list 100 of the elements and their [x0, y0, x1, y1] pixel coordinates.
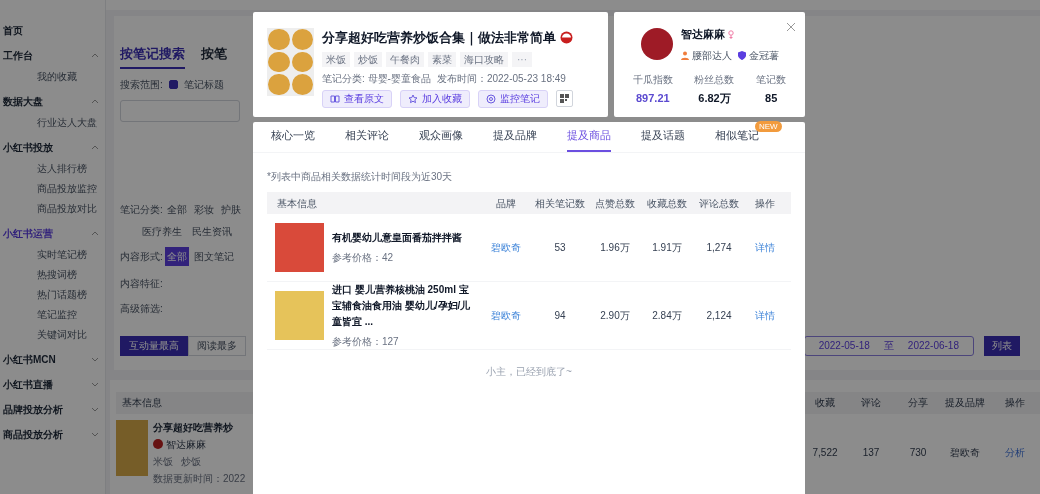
brand-link[interactable]: 碧欧奇 [481, 308, 531, 323]
stat-value: 6.82万 [698, 90, 731, 106]
detail-tab[interactable]: 提及商品 [567, 126, 611, 152]
product-name: 进口 婴儿营养核桃油 250ml 宝宝辅食油食用油 婴幼儿/孕妇/儿童皆宜 ... [332, 283, 472, 329]
sidebar-item[interactable]: 行业达人大盘 [37, 115, 99, 130]
search-mode-tab[interactable]: 按笔 [201, 44, 227, 69]
sidebar-item[interactable]: 达人排行榜 [37, 161, 99, 176]
filter-option[interactable]: 护肤 [218, 199, 243, 219]
list-view-button[interactable]: 列表 [984, 335, 1020, 356]
search-field[interactable] [120, 99, 240, 122]
note-action-button[interactable]: 加入收藏 [400, 89, 470, 108]
stat-label: 千瓜指数 [632, 72, 673, 87]
close-button[interactable] [786, 22, 796, 32]
publish-time: 发布时间：2022-05-23 18:49 [436, 71, 566, 86]
sidebar-item[interactable]: 商品投放对比 [37, 201, 99, 216]
section-label: 小红书运营 [3, 226, 53, 241]
filter-label: 内容形式: [120, 249, 163, 264]
chevron-icon [91, 230, 99, 236]
column-header: 操作 [754, 196, 776, 211]
column-header: 分享 [907, 396, 929, 410]
sidebar-item[interactable]: 热搜词榜 [37, 267, 99, 282]
shield-icon [737, 50, 746, 60]
sidebar-section[interactable]: 小红书MCN [3, 351, 99, 367]
sort-button[interactable]: 阅读最多 [188, 335, 246, 356]
section-label: 首页 [3, 23, 23, 38]
table-cell-text: 7,522 [811, 446, 839, 460]
note-title: 分享超好吃营养炒饭合集｜做法非常简单 [322, 29, 556, 48]
details-link[interactable]: 详情 [745, 240, 785, 255]
sidebar-section[interactable]: 品牌投放分析 [3, 401, 99, 417]
sidebar-section[interactable]: 商品投放分析 [3, 426, 99, 442]
analyze-link[interactable]: 分析 [989, 445, 1040, 460]
brand-link[interactable]: 碧欧奇 [481, 240, 531, 255]
sidebar-section[interactable]: 数据大盘 [3, 93, 99, 109]
sidebar-item[interactable]: 笔记监控 [37, 307, 99, 322]
note-tag: 炒饭 [354, 51, 382, 67]
qr-code-button[interactable] [556, 90, 573, 107]
filter-label: 内容特征: [120, 276, 163, 291]
filter-option[interactable]: 全部 [164, 199, 189, 219]
table-cell-text: 94 [553, 309, 567, 323]
date-value: 2022-06-18 [907, 339, 959, 353]
note-action-button[interactable]: 查看原文 [322, 89, 392, 108]
table-cell-text: 1.91万 [651, 241, 683, 255]
close-icon [786, 22, 796, 32]
table-cell-text: 730 [908, 446, 928, 460]
note-tag: 海口攻略 [460, 51, 508, 67]
filter-option[interactable]: 医疗养生 [140, 223, 184, 239]
sidebar-section[interactable]: 小红书投放 [3, 139, 99, 155]
sidebar-section[interactable]: 小红书运营 [3, 225, 99, 241]
end-of-list-text: 小主，已经到底了~ [485, 365, 573, 379]
data-period-note: *列表中商品相关数据统计时间段为近30天 [267, 170, 453, 184]
column-header: 提及品牌 [944, 396, 986, 410]
filter-label: 高级筛选: [120, 301, 163, 316]
note-tag: 炒饭 [181, 453, 201, 469]
search-mode-tab[interactable]: 按笔记搜索 [120, 44, 185, 69]
product-price: 参考价格：42 [332, 251, 395, 265]
filter-option[interactable]: 彩妆 [191, 199, 216, 219]
filter-option[interactable]: 全部 [164, 246, 189, 266]
note-action-button[interactable]: 监控笔记 [478, 89, 548, 108]
detail-tab[interactable]: 观众画像 [419, 126, 463, 152]
note-tag: 米饭 [153, 453, 173, 469]
sidebar-section[interactable]: 首页 [3, 22, 99, 38]
star-icon [408, 93, 418, 104]
table-cell-text: 2,124 [705, 309, 733, 323]
product-price: 参考价格：127 [332, 335, 400, 349]
profile-badge-label: 腰部达人 [691, 48, 732, 63]
details-link[interactable]: 详情 [745, 308, 785, 323]
detail-tab[interactable]: 相关评论 [345, 126, 389, 152]
detail-tab[interactable]: 提及品牌 [493, 126, 537, 152]
detail-tab[interactable]: 核心一览 [271, 126, 315, 152]
note-tag: 午餐肉 [386, 51, 424, 67]
section-label: 小红书投放 [3, 140, 53, 155]
filter-option[interactable]: 图文笔记 [191, 246, 236, 266]
date-separator: 至 [883, 339, 894, 353]
sidebar-item[interactable]: 热门话题榜 [37, 287, 99, 302]
note-tag: 米饭 [322, 51, 350, 67]
target-icon [486, 93, 496, 104]
sidebar-item[interactable]: 实时笔记榜 [37, 247, 99, 262]
sidebar-section[interactable]: 小红书直播 [3, 376, 99, 392]
sidebar-section[interactable]: 工作台 [3, 47, 99, 63]
sidebar-item[interactable]: 我的收藏 [37, 69, 99, 84]
column-header: 基本信息 [276, 196, 318, 211]
bowl-icon [560, 31, 573, 45]
table-cell-text: 53 [553, 241, 567, 255]
chevron-icon [91, 356, 99, 362]
profile-badge-label: 金冠薯 [748, 48, 779, 63]
qr-code-icon [560, 94, 569, 103]
detail-tab[interactable]: 提及话题 [641, 126, 685, 152]
update-time: 数据更新时间：2022 [153, 471, 246, 486]
more-tags-button[interactable]: ··· [512, 51, 532, 67]
sidebar-item[interactable]: 商品投放监控 [37, 181, 99, 196]
sidebar-item[interactable]: 关键词对比 [37, 327, 99, 342]
checkbox-label: 笔记标题 [183, 77, 224, 92]
photo-placeholder [116, 419, 148, 476]
checkbox[interactable] [168, 79, 178, 89]
table-cell-text: 137 [861, 446, 881, 460]
chevron-icon [91, 144, 99, 150]
table-cell-text: 1.96万 [599, 241, 631, 255]
filter-option[interactable]: 民生资讯 [190, 223, 234, 239]
section-label: 小红书直播 [3, 377, 53, 392]
sort-button[interactable]: 互动量最高 [120, 335, 188, 356]
